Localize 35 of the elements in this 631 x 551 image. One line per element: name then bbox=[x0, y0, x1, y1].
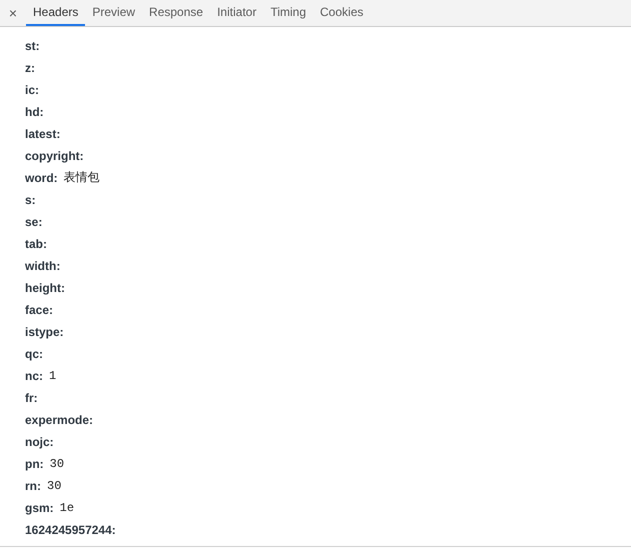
param-name: st: bbox=[25, 38, 40, 55]
param-value: 30 bbox=[50, 456, 64, 473]
param-name: nojc: bbox=[25, 434, 54, 451]
tab[interactable]: Initiator bbox=[210, 0, 264, 26]
param-name: face: bbox=[25, 302, 54, 319]
tab[interactable]: Response bbox=[142, 0, 210, 26]
tab[interactable]: Preview bbox=[85, 0, 142, 26]
param-value: 1e bbox=[60, 500, 74, 517]
param-name: s: bbox=[25, 192, 36, 209]
param-name: se: bbox=[25, 214, 42, 231]
param-name: word: bbox=[25, 170, 58, 187]
param-name: fr: bbox=[25, 390, 38, 407]
param-name: width: bbox=[25, 258, 60, 275]
tab[interactable]: Cookies bbox=[313, 0, 370, 26]
param-value: 30 bbox=[47, 478, 62, 495]
close-button[interactable]: × bbox=[0, 0, 26, 26]
param-name: pn: bbox=[25, 456, 44, 473]
param-name: gsm: bbox=[25, 500, 54, 517]
param-name: istype: bbox=[25, 324, 64, 341]
param-name: z: bbox=[25, 60, 35, 77]
param-name: qc: bbox=[25, 346, 43, 363]
tab[interactable]: Timing bbox=[263, 0, 314, 26]
tab[interactable]: Headers bbox=[26, 0, 86, 26]
param-name: expermode: bbox=[25, 412, 94, 429]
param-name: latest: bbox=[25, 126, 60, 143]
param-name: ic: bbox=[25, 82, 40, 99]
param-value: 1 bbox=[49, 368, 56, 385]
param-value: 表情包 bbox=[64, 170, 100, 187]
param-name: hd: bbox=[25, 104, 44, 121]
param-name: nc: bbox=[25, 368, 43, 385]
param-name: height: bbox=[25, 280, 65, 297]
param-name: tab: bbox=[25, 236, 47, 253]
param-name: copyright: bbox=[25, 148, 84, 165]
param-name: 1624245957244: bbox=[25, 522, 116, 539]
param-name: rn: bbox=[25, 478, 41, 495]
